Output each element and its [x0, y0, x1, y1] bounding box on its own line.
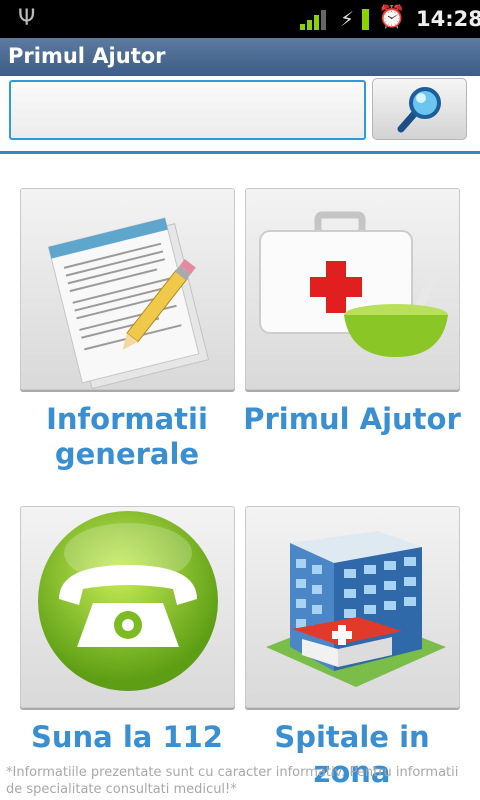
charging-icon: ⚡ [340, 7, 355, 31]
search-input[interactable] [9, 80, 366, 140]
first-aid-kit-icon [259, 211, 448, 357]
usb-icon: Ψ [18, 6, 36, 31]
signal-icon [300, 10, 326, 30]
disclaimer-note: *Informatiile prezentate sunt cu caracte… [6, 765, 459, 797]
tile-label-general-info-line2: generale [54, 437, 200, 471]
search-icon [397, 87, 441, 133]
phone-icon [38, 511, 218, 691]
tile-call-112[interactable] [20, 506, 235, 708]
search-button[interactable] [372, 78, 467, 140]
tile-first-aid[interactable] [245, 188, 460, 390]
documents-icon [47, 217, 210, 389]
status-time: 14:28 [416, 7, 480, 31]
app-title-bar: Primul Ajutor [0, 38, 480, 76]
tile-label-first-aid[interactable]: Primul Ajutor [237, 402, 467, 437]
search-area [0, 76, 480, 154]
alarm-icon: ⏰ [378, 5, 406, 30]
tile-label-general-info[interactable]: Informatii generale [12, 402, 242, 472]
battery-icon [362, 9, 369, 30]
tile-label-general-info-line1: Informatii [46, 402, 208, 436]
tile-general-info[interactable] [20, 188, 235, 390]
tile-hospitals-nearby[interactable] [245, 506, 460, 708]
tile-label-call-112[interactable]: Suna la 112 [12, 720, 242, 755]
app-title: Primul Ajutor [8, 44, 166, 68]
hospital-icon [266, 531, 446, 687]
status-bar: Ψ ⚡ ⏰ 14:28 [0, 0, 480, 38]
